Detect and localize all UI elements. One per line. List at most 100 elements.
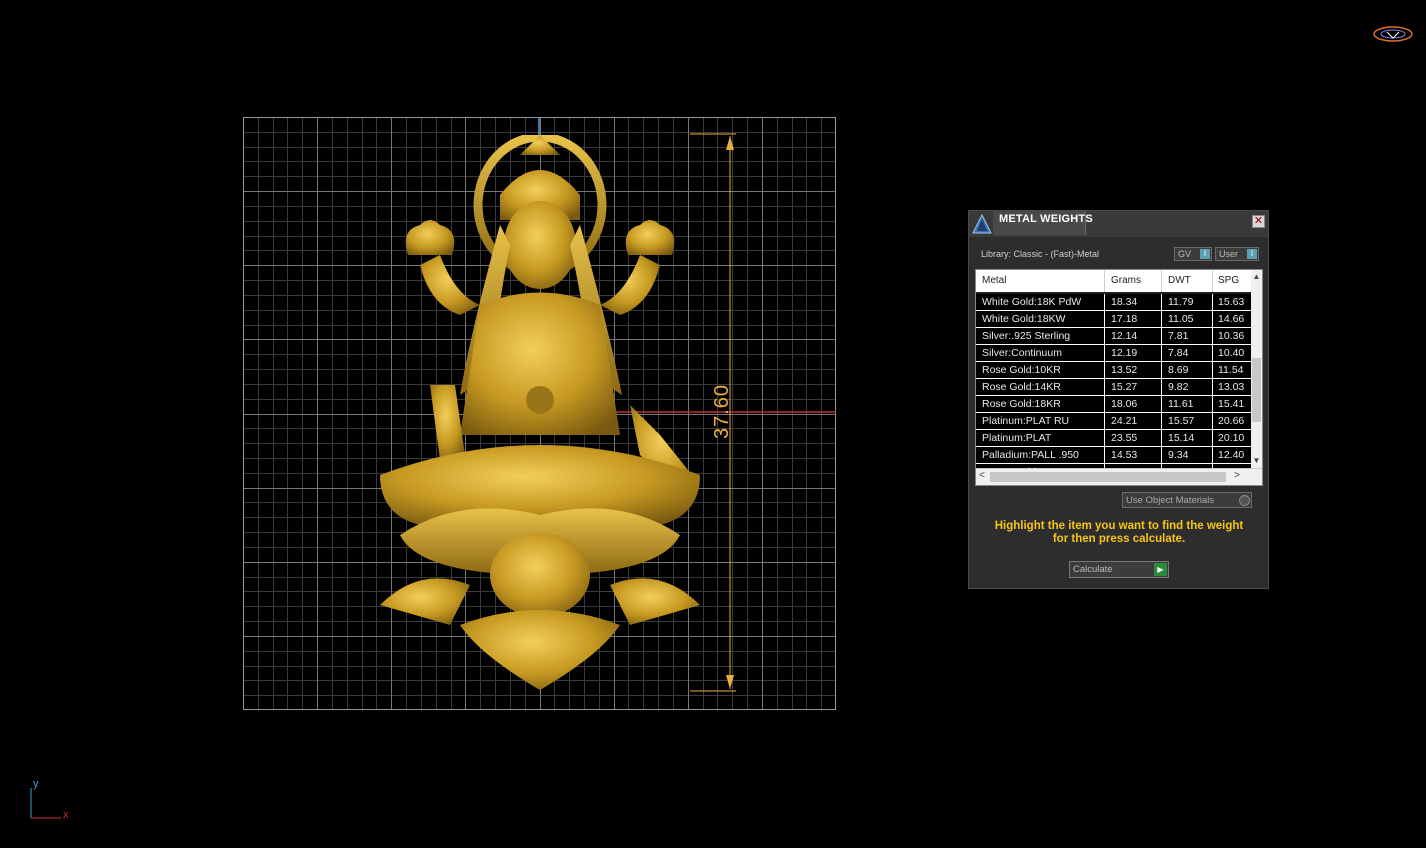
column-divider xyxy=(1104,294,1105,310)
grams-cell: 13.52 xyxy=(1111,364,1138,376)
table-row[interactable]: Platinum:PLAT RU 24.21 15.57 20.66 xyxy=(976,413,1252,430)
table-row[interactable]: White Gold:18K PdW 18.34 11.79 15.63 xyxy=(976,294,1252,311)
spg-cell: 20.10 xyxy=(1218,432,1245,444)
scroll-left-icon[interactable]: < xyxy=(979,470,985,481)
axis-x-label: x xyxy=(63,809,69,821)
spg-cell: 13.03 xyxy=(1218,381,1245,393)
library-label: Library: Classic - (Fast)-Metal xyxy=(981,249,1100,259)
column-divider xyxy=(1161,362,1162,378)
column-divider xyxy=(1212,413,1213,429)
spg-cell: 15.41 xyxy=(1218,398,1245,410)
column-header-metal[interactable]: Metal xyxy=(982,275,1006,286)
horizontal-scroll-thumb[interactable] xyxy=(990,472,1226,482)
table-row[interactable]: Rose Gold:14KR 15.27 9.82 13.03 xyxy=(976,379,1252,396)
spg-cell: 10.40 xyxy=(1218,347,1245,359)
metal-cell: Platinum:PLAT RU xyxy=(982,415,1070,427)
scroll-right-icon[interactable]: > xyxy=(1234,470,1240,481)
calculate-button[interactable]: Calculate ▶ xyxy=(1069,561,1169,578)
dwt-cell: 15.57 xyxy=(1168,415,1195,427)
spg-cell: 14.66 xyxy=(1218,313,1245,325)
metal-cell: Silver:Continuum xyxy=(982,347,1062,359)
column-divider xyxy=(1104,430,1105,446)
spg-cell: 12.40 xyxy=(1218,449,1245,461)
table-row[interactable]: Rose Gold:10KR 13.52 8.69 11.54 xyxy=(976,362,1252,379)
play-icon: ▶ xyxy=(1154,563,1167,576)
column-divider xyxy=(1212,379,1213,395)
spg-cell: 11.54 xyxy=(1218,364,1244,376)
column-divider xyxy=(1104,345,1105,361)
dwt-cell: 11.79 xyxy=(1168,296,1194,308)
scroll-down-icon[interactable]: ▼ xyxy=(1251,456,1262,466)
dwt-cell: 7.84 xyxy=(1168,347,1189,359)
column-header-dwt[interactable]: DWT xyxy=(1168,275,1191,286)
dwt-cell: 15.14 xyxy=(1168,432,1195,444)
instruction-text: Highlight the item you want to find the … xyxy=(979,520,1259,546)
dwt-cell: 8.69 xyxy=(1168,364,1189,376)
column-divider xyxy=(1161,328,1162,344)
user-toggle-icon: I xyxy=(1247,249,1257,259)
use-object-materials-toggle[interactable]: Use Object Materials xyxy=(1122,492,1252,508)
spg-cell: 20.66 xyxy=(1218,415,1245,427)
user-toggle[interactable]: User I xyxy=(1215,247,1259,261)
metal-cell: White Gold:18K PdW xyxy=(982,296,1082,308)
column-divider xyxy=(1104,379,1105,395)
calculate-label: Calculate xyxy=(1073,564,1113,575)
column-divider xyxy=(1104,362,1105,378)
vertical-scrollbar[interactable]: ▲ ▼ xyxy=(1251,270,1262,468)
column-divider xyxy=(1212,396,1213,412)
close-button[interactable]: ✕ xyxy=(1252,215,1265,228)
user-label: User xyxy=(1219,249,1239,259)
metal-cell: Platinum:PLAT xyxy=(982,432,1052,444)
column-header-grams[interactable]: Grams xyxy=(1111,275,1141,286)
dwt-cell: 9.34 xyxy=(1168,449,1189,461)
column-divider xyxy=(1212,294,1213,310)
table-row[interactable]: Rose Gold:18KR 18.06 11.61 15.41 xyxy=(976,396,1252,413)
dialog-title: METAL WEIGHTS xyxy=(999,213,1093,225)
metal-table[interactable]: Metal Grams DWT SPG White Gold:18K PdW 18… xyxy=(975,269,1263,486)
vertical-scroll-thumb[interactable] xyxy=(1252,358,1261,422)
table-row[interactable]: Silver:.925 Sterling 12.14 7.81 10.36 xyxy=(976,328,1252,345)
grams-cell: 12.14 xyxy=(1111,330,1138,342)
dwt-cell: 11.61 xyxy=(1168,398,1194,410)
column-divider xyxy=(1212,328,1213,344)
use-object-materials-label: Use Object Materials xyxy=(1126,495,1215,506)
grams-cell: 24.21 xyxy=(1111,415,1138,427)
column-divider xyxy=(1212,345,1213,361)
column-divider xyxy=(1161,270,1162,292)
gv-toggle-icon: I xyxy=(1200,249,1210,259)
column-divider xyxy=(1104,413,1105,429)
table-row[interactable]: Palladium:PALL .950 14.53 9.34 12.40 xyxy=(976,447,1252,464)
gv-label: GV xyxy=(1178,249,1192,259)
column-divider xyxy=(1161,311,1162,327)
column-divider xyxy=(1161,294,1162,310)
metal-cell: Rose Gold:18KR xyxy=(982,398,1061,410)
lakshmi-model[interactable] xyxy=(360,135,720,695)
column-divider xyxy=(1161,430,1162,446)
horizontal-scrollbar[interactable]: < > xyxy=(976,468,1262,485)
table-row[interactable]: Platinum:PLAT 23.55 15.14 20.10 xyxy=(976,430,1252,447)
column-divider xyxy=(1104,270,1105,292)
grams-cell: 14.53 xyxy=(1111,449,1138,461)
column-divider xyxy=(1104,328,1105,344)
column-divider xyxy=(1161,345,1162,361)
column-divider xyxy=(1104,396,1105,412)
metal-cell: Palladium:PALL .950 xyxy=(982,449,1079,461)
column-divider xyxy=(1212,447,1213,463)
matrix-app-icon xyxy=(972,213,992,234)
table-row[interactable]: White Gold:18KW 17.18 11.05 14.66 xyxy=(976,311,1252,328)
metal-weights-dialog: METAL WEIGHTS ✕ Library: Classic - (Fast… xyxy=(968,210,1269,589)
column-divider xyxy=(1161,413,1162,429)
table-header: Metal Grams DWT SPG xyxy=(976,270,1252,294)
instruction-line-2: for then press calculate. xyxy=(1052,533,1186,545)
gv-toggle[interactable]: GV I xyxy=(1174,247,1212,261)
dialog-titlebar[interactable]: METAL WEIGHTS ✕ xyxy=(969,211,1268,237)
column-header-spg[interactable]: SPG xyxy=(1218,275,1239,286)
spg-cell: 10.36 xyxy=(1218,330,1245,342)
grams-cell: 23.55 xyxy=(1111,432,1138,444)
grams-cell: 12.19 xyxy=(1111,347,1138,359)
column-divider xyxy=(1212,270,1213,292)
scroll-up-icon[interactable]: ▲ xyxy=(1251,272,1262,282)
column-divider xyxy=(1161,396,1162,412)
dimension-label: 37.60 xyxy=(711,383,734,440)
table-row[interactable]: Silver:Continuum 12.19 7.84 10.40 xyxy=(976,345,1252,362)
